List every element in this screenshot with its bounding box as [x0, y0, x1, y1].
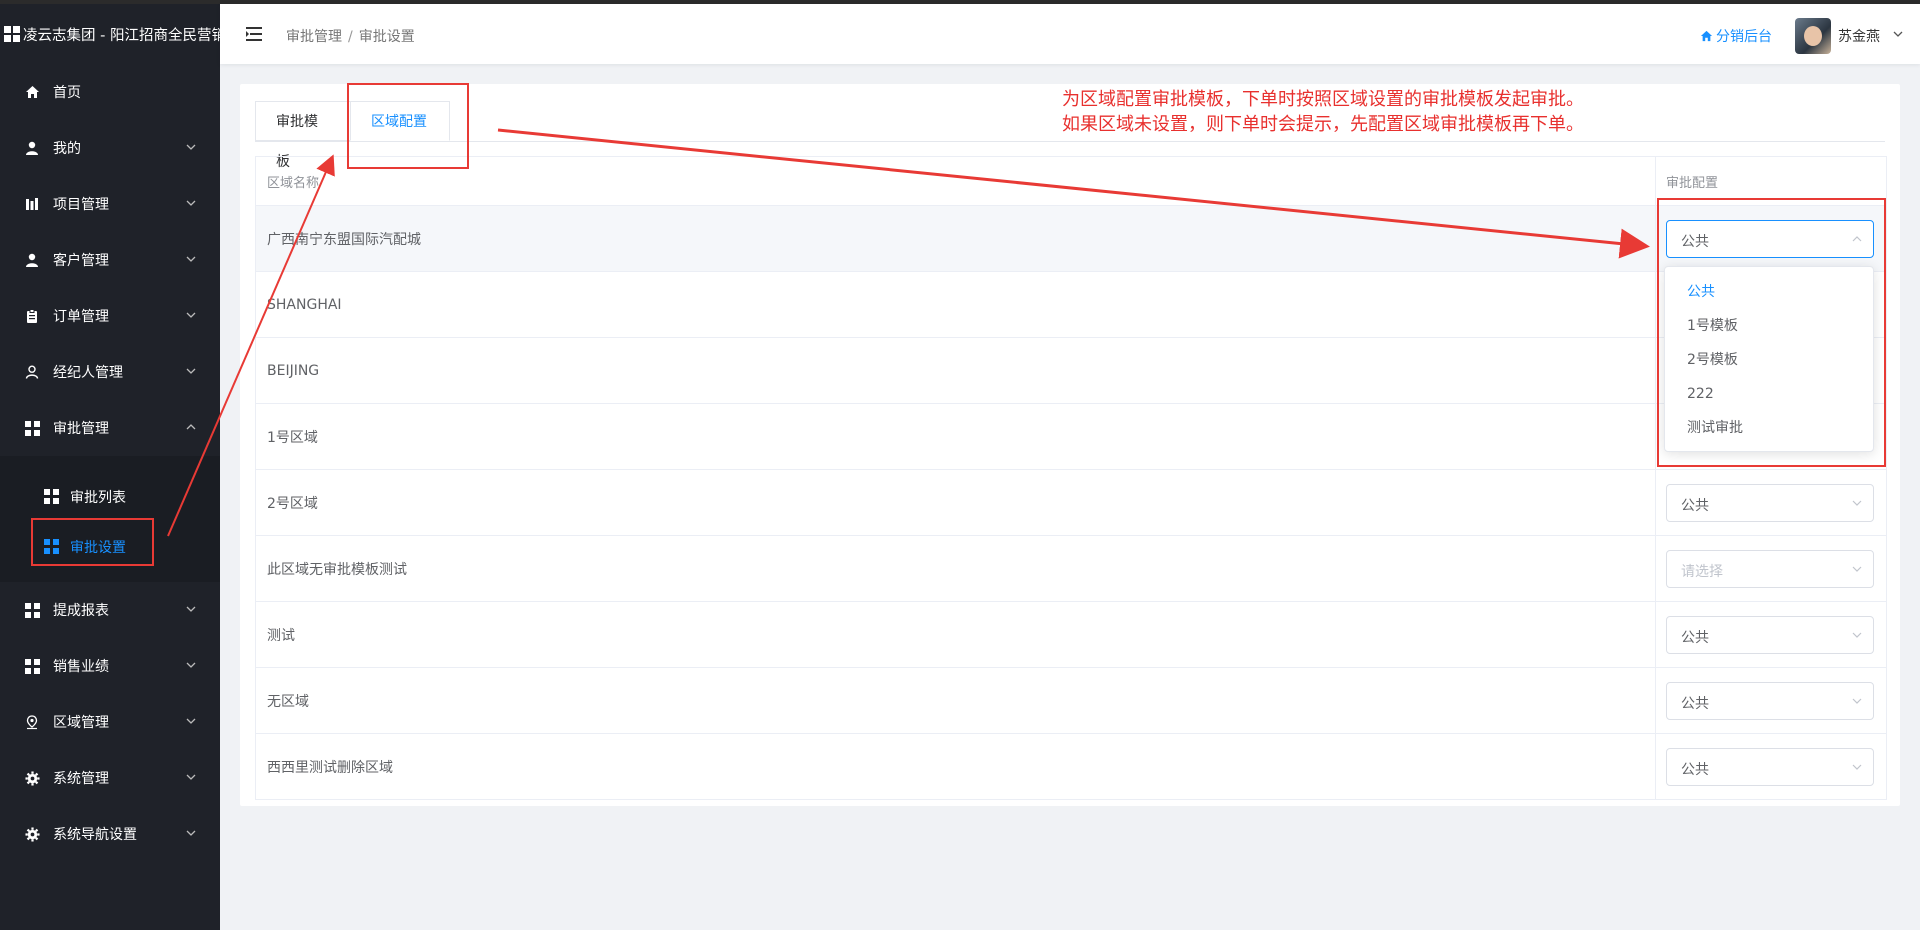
arrow-to-tab	[167, 154, 335, 537]
annotation-arrows	[167, 128, 1650, 537]
arrow-to-select	[497, 128, 1650, 259]
